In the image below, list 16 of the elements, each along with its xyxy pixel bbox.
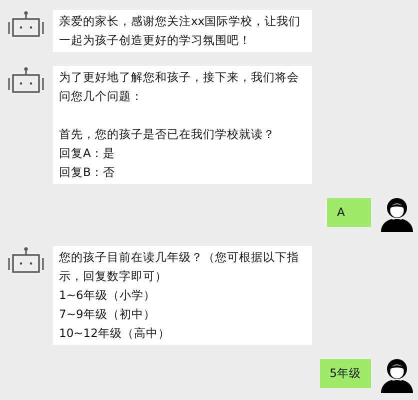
- robot-icon: [8, 11, 44, 37]
- message-text: 您的孩子目前在读几年级？（您可根据以下指示，回复数字即可）: [59, 249, 300, 285]
- message-text: 首先，您的孩子是否已在我们学校就读？: [59, 126, 276, 143]
- message-text: 7~9年级（初中）: [59, 306, 156, 323]
- message-text: 亲爱的家长，感谢您关注xx国际学校，让我们一起为孩子创造更好的学习氛围吧！: [59, 13, 302, 49]
- robot-icon: [8, 67, 44, 93]
- message-text: 5年级: [330, 365, 361, 382]
- message-text: A: [337, 204, 346, 221]
- message-text: 为了更好地了解您和孩子，接下来，我们将会问您几个问题：: [59, 69, 300, 105]
- message-text: 10~12年级（高中）: [59, 325, 171, 342]
- user-avatar-icon: [381, 198, 413, 232]
- message-text: 回复A：是: [59, 145, 116, 162]
- user-avatar-icon: [381, 359, 413, 393]
- message-text: 回复B：否: [59, 164, 116, 181]
- message-text: 1~6年级（小学）: [59, 287, 156, 304]
- robot-icon: [8, 247, 44, 273]
